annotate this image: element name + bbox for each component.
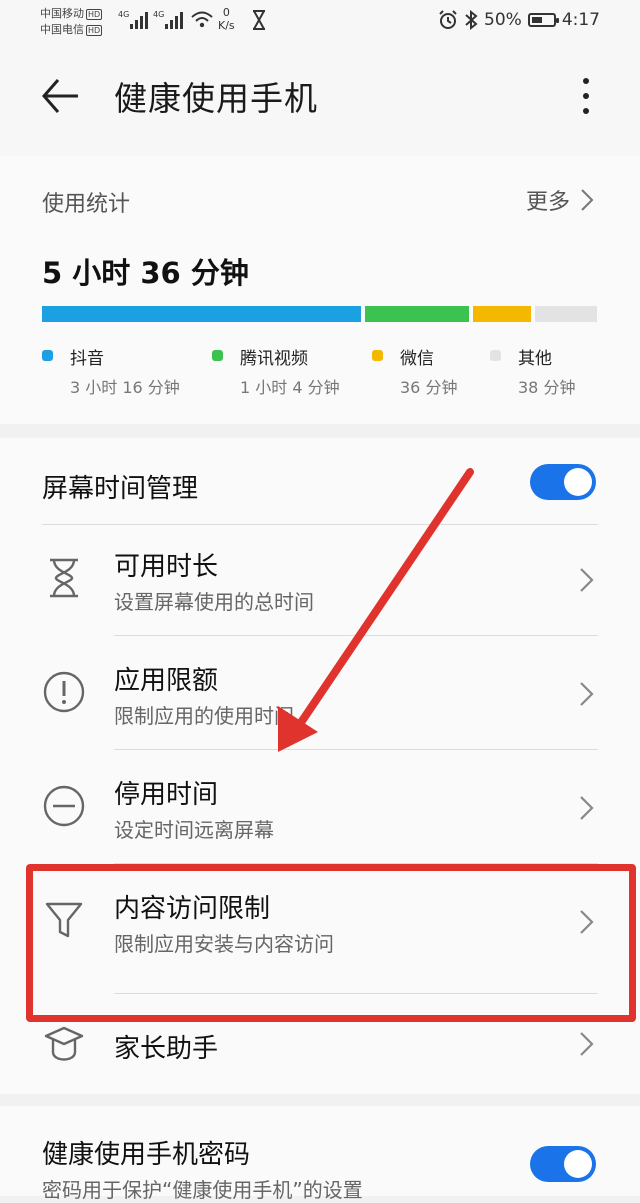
hourglass-icon (50, 558, 78, 598)
screen-time-item-title: 可用时长 (114, 552, 219, 582)
legend-color-dot (490, 350, 501, 361)
network-type-1: 4G (118, 10, 130, 19)
usage-bar-segment (364, 306, 469, 322)
screen-time-item-subtitle: 限制应用的使用时间 (114, 704, 294, 728)
speed-value: 0 (222, 6, 230, 19)
network-type-2: 4G (153, 10, 165, 19)
graduation-cap-icon (44, 1026, 84, 1061)
usage-bar (42, 306, 597, 322)
app-header: 健康使用手机 (0, 44, 640, 156)
hd-badge: HD (86, 25, 103, 36)
chevron-right-icon (580, 682, 594, 706)
chevron-right-icon (580, 1032, 594, 1056)
legend-color-dot (212, 350, 223, 361)
divider (114, 635, 598, 636)
password-title: 健康使用手机密码 (42, 1140, 251, 1170)
screen-time-item-subtitle: 设置屏幕使用的总时间 (114, 590, 314, 614)
screen-time-item-subtitle: 限制应用安装与内容访问 (114, 932, 334, 956)
network-speed: 0 K/s (218, 6, 235, 32)
battery-icon (527, 13, 559, 27)
legend-app-duration: 36 分钟 (400, 378, 458, 397)
chevron-right-icon (581, 189, 594, 211)
password-card: 健康使用手机密码 密码用于保护“健康使用手机”的设置 (0, 1106, 640, 1202)
screen-time-item[interactable]: 内容访问限制限制应用安装与内容访问 (0, 866, 640, 994)
screen-time-item[interactable]: 可用时长设置屏幕使用的总时间 (0, 524, 640, 636)
back-arrow-icon[interactable] (40, 76, 80, 116)
screen-time-card: 屏幕时间管理 可用时长设置屏幕使用的总时间应用限额限制应用的使用时间停用时间设定… (0, 438, 640, 1094)
screen-time-item-title: 应用限额 (114, 666, 219, 696)
chevron-right-icon (580, 568, 594, 592)
total-usage-time: 5 小时 36 分钟 (42, 256, 249, 290)
usage-legend: 抖音 3 小时 16 分钟 腾讯视频 1 小时 4 分钟 微信 36 分钟 其他 38 分钟 (42, 344, 602, 404)
funnel-icon (45, 902, 83, 938)
bluetooth-icon (465, 10, 478, 30)
legend-app-name: 其他 (518, 349, 552, 369)
minus-circle-icon (43, 785, 85, 827)
screen-time-title: 屏幕时间管理 (42, 474, 199, 504)
usage-bar-segment (535, 306, 597, 322)
password-toggle[interactable] (530, 1146, 596, 1182)
battery-fill (531, 17, 542, 23)
usage-more-label: 更多 (525, 190, 570, 215)
signal-bars-1-icon (130, 12, 148, 29)
toggle-knob (564, 468, 592, 496)
usage-bar-segment (472, 306, 532, 322)
chevron-right-icon (580, 910, 594, 934)
screen-time-item[interactable]: 家长助手 (0, 994, 640, 1094)
battery-percent: 50% (484, 10, 522, 30)
usage-more-button[interactable]: 更多 (526, 184, 594, 216)
divider (114, 863, 598, 864)
legend-app-name: 微信 (400, 349, 434, 369)
carrier-1: 中国移动 (40, 7, 84, 20)
legend-color-dot (42, 350, 53, 361)
more-options-icon[interactable] (576, 74, 596, 118)
legend-color-dot (372, 350, 383, 361)
screen-time-item-title: 停用时间 (114, 780, 219, 810)
alarm-icon (439, 10, 457, 29)
divider (114, 749, 598, 750)
usage-label: 使用统计 (42, 192, 131, 217)
hd-badge: HD (86, 9, 103, 20)
chevron-right-icon (580, 796, 594, 820)
screen-time-item-title: 内容访问限制 (114, 894, 271, 924)
legend-app-name: 抖音 (70, 349, 104, 369)
toggle-knob (564, 1150, 592, 1178)
legend-app-duration: 1 小时 4 分钟 (240, 378, 340, 397)
hourglass-icon (253, 10, 265, 30)
clock: 4:17 (561, 10, 600, 30)
screen-time-toggle[interactable] (530, 464, 596, 500)
legend-app-duration: 38 分钟 (518, 378, 576, 397)
carrier-info: 中国移动 HD 中国电信 HD (40, 6, 103, 38)
wifi-icon (191, 11, 213, 28)
legend-app-name: 腾讯视频 (240, 349, 308, 369)
legend-app-duration: 3 小时 16 分钟 (70, 378, 180, 397)
status-right: 50% 4:17 (438, 10, 600, 30)
usage-bar-segment (42, 306, 361, 322)
screen-time-item-title: 家长助手 (114, 1034, 219, 1064)
screen-time-item-subtitle: 设定时间远离屏幕 (114, 818, 274, 842)
screen-time-item[interactable]: 应用限额限制应用的使用时间 (0, 638, 640, 750)
screen-time-item[interactable]: 停用时间设定时间远离屏幕 (0, 752, 640, 864)
usage-statistics-card: 使用统计 更多 5 小时 36 分钟 抖音 3 小时 16 分钟 腾讯视频 1 小时 … (0, 156, 640, 424)
speed-unit: K/s (218, 19, 235, 32)
exclamation-circle-icon (43, 671, 85, 713)
carrier-2: 中国电信 (40, 23, 84, 36)
page-title: 健康使用手机 (114, 79, 318, 118)
signal-bars-2-icon (165, 12, 183, 29)
status-bar: 中国移动 HD 中国电信 HD 4G 4G 0 K/s 50% 4:17 (0, 0, 640, 44)
